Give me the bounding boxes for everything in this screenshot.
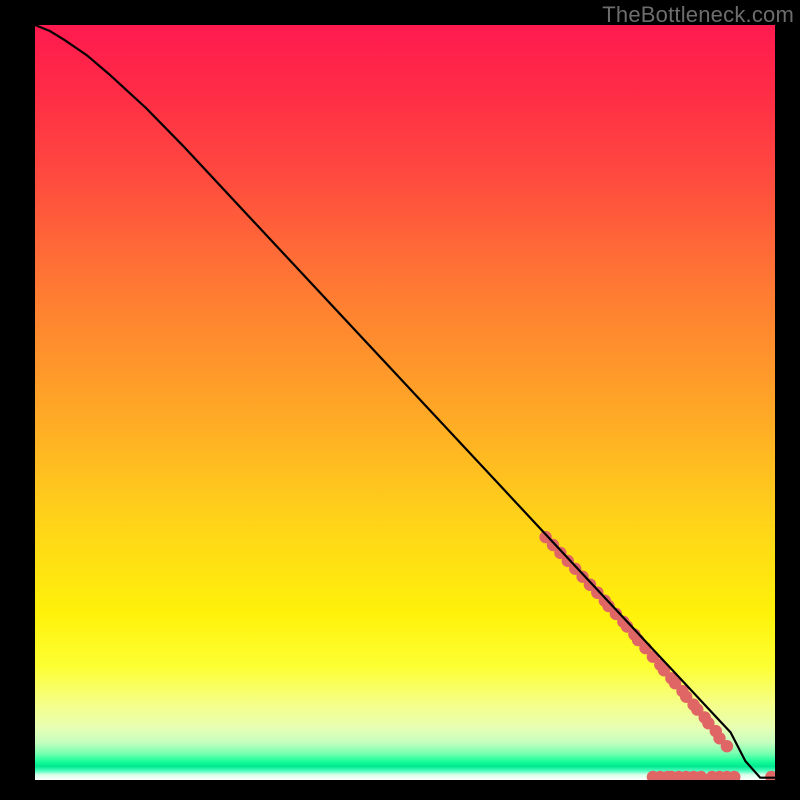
watermark-text: TheBottleneck.com	[602, 2, 794, 28]
data-dots	[539, 531, 775, 780]
chart-stage: TheBottleneck.com	[0, 0, 800, 800]
plot-area	[35, 25, 775, 780]
data-dot	[721, 740, 733, 752]
chart-overlay	[35, 25, 775, 780]
